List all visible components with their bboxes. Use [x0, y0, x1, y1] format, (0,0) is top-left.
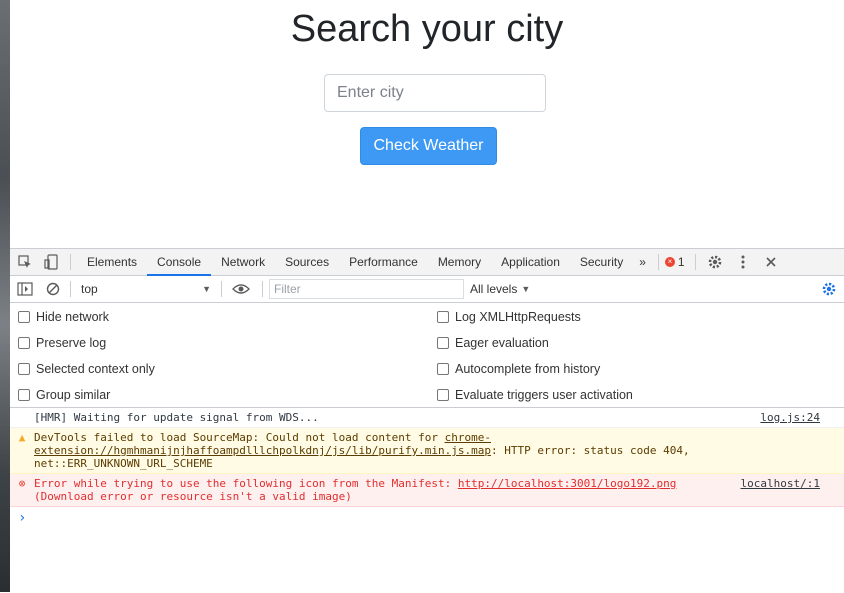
- toolbar-divider: [70, 254, 71, 270]
- selected-context-only-checkbox[interactable]: Selected context only: [18, 362, 155, 376]
- console-error-message: ⊗ Error while trying to use the followin…: [10, 474, 844, 507]
- devtools-panel: Elements Console Network Sources Perform…: [10, 248, 844, 593]
- toolbar-divider: [70, 281, 71, 297]
- check-weather-button[interactable]: Check Weather: [360, 127, 497, 165]
- show-sidebar-icon[interactable]: [16, 280, 34, 298]
- hide-network-checkbox[interactable]: Hide network: [18, 310, 109, 324]
- checkbox-icon[interactable]: [437, 363, 449, 375]
- autocomplete-history-checkbox[interactable]: Autocomplete from history: [437, 362, 600, 376]
- tab-elements[interactable]: Elements: [77, 249, 147, 275]
- tab-memory[interactable]: Memory: [428, 249, 491, 275]
- city-input[interactable]: [324, 74, 546, 112]
- console-log-message: [HMR] Waiting for update signal from WDS…: [10, 408, 844, 428]
- checkbox-label: Selected context only: [36, 362, 155, 376]
- clear-console-icon[interactable]: [44, 280, 62, 298]
- message-source-link[interactable]: log.js:24: [760, 411, 820, 424]
- evaluate-triggers-user-activation-checkbox[interactable]: Evaluate triggers user activation: [437, 388, 633, 402]
- manifest-icon-url-link[interactable]: http://localhost:3001/logo192.png: [458, 477, 677, 490]
- message-text: [HMR] Waiting for update signal from WDS…: [34, 411, 319, 424]
- error-count-badge[interactable]: × 1: [664, 255, 685, 269]
- tab-sources[interactable]: Sources: [275, 249, 339, 275]
- context-select[interactable]: top ▼: [77, 280, 215, 298]
- checkbox-icon[interactable]: [18, 311, 30, 323]
- log-levels-label: All levels: [470, 282, 518, 296]
- checkbox-label: Preserve log: [36, 336, 107, 350]
- toolbar-divider: [657, 254, 659, 270]
- checkbox-label: Hide network: [36, 310, 109, 324]
- page-title: Search your city: [290, 8, 564, 50]
- context-select-value: top: [81, 282, 98, 296]
- close-devtools-icon[interactable]: [762, 253, 780, 271]
- toolbar-divider: [694, 254, 696, 270]
- tab-console[interactable]: Console: [147, 249, 212, 276]
- checkbox-label: Log XMLHttpRequests: [455, 310, 581, 324]
- checkbox-icon[interactable]: [437, 389, 449, 401]
- device-toolbar-icon[interactable]: [42, 253, 60, 271]
- console-settings: Hide network Preserve log Selected conte…: [10, 303, 844, 408]
- checkbox-label: Group similar: [36, 388, 111, 402]
- checkbox-label: Autocomplete from history: [455, 362, 601, 376]
- console-filterbar: top ▼ All levels ▼: [10, 276, 844, 303]
- weather-app: Search your city Check Weather: [10, 0, 844, 248]
- tab-application[interactable]: Application: [491, 249, 570, 275]
- dropdown-arrow-icon: ▼: [521, 284, 531, 294]
- error-icon: ×: [664, 257, 675, 267]
- tab-performance[interactable]: Performance: [339, 249, 428, 275]
- settings-gear-icon[interactable]: [706, 253, 724, 271]
- message-text: Error while trying to use the following …: [34, 477, 458, 490]
- dropdown-arrow-icon: ▼: [202, 284, 211, 294]
- prompt-chevron-icon: ›: [18, 510, 27, 526]
- inspect-element-icon[interactable]: [16, 253, 34, 271]
- toolbar-divider: [262, 281, 263, 297]
- error-icon: ⊗: [18, 477, 26, 490]
- checkbox-icon[interactable]: [18, 363, 30, 375]
- toolbar-divider: [221, 281, 222, 297]
- filter-input[interactable]: [269, 279, 464, 299]
- checkbox-label: Eager evaluation: [455, 336, 549, 350]
- console-warning-message: ▲ DevTools failed to load SourceMap: Cou…: [10, 428, 844, 474]
- eager-evaluation-checkbox[interactable]: Eager evaluation: [437, 336, 549, 350]
- checkbox-icon[interactable]: [437, 311, 449, 323]
- warning-icon: ▲: [18, 431, 26, 444]
- live-expression-eye-icon[interactable]: [232, 280, 250, 298]
- checkbox-label: Evaluate triggers user activation: [455, 388, 633, 402]
- checkbox-icon[interactable]: [437, 337, 449, 349]
- console-messages: [HMR] Waiting for update signal from WDS…: [10, 408, 844, 526]
- more-options-icon[interactable]: [734, 253, 752, 271]
- log-levels-select[interactable]: All levels ▼: [470, 282, 530, 296]
- message-text: (Download error or resource isn't a vali…: [34, 490, 352, 503]
- checkbox-icon[interactable]: [18, 337, 30, 349]
- more-tabs-button[interactable]: »: [633, 249, 652, 275]
- message-source-link[interactable]: localhost/:1: [741, 477, 820, 490]
- tab-network[interactable]: Network: [211, 249, 275, 275]
- log-xmlhttprequests-checkbox[interactable]: Log XMLHttpRequests: [437, 310, 581, 324]
- console-settings-gear-icon[interactable]: [820, 280, 838, 298]
- desktop-background-edge: [0, 0, 10, 592]
- devtools-tabbar: Elements Console Network Sources Perform…: [10, 249, 844, 276]
- console-prompt[interactable]: ›: [10, 507, 844, 526]
- error-count: 1: [677, 255, 685, 269]
- tab-security[interactable]: Security: [570, 249, 633, 275]
- group-similar-checkbox[interactable]: Group similar: [18, 388, 110, 402]
- preserve-log-checkbox[interactable]: Preserve log: [18, 336, 106, 350]
- message-text: DevTools failed to load SourceMap: Could…: [34, 431, 445, 444]
- checkbox-icon[interactable]: [18, 389, 30, 401]
